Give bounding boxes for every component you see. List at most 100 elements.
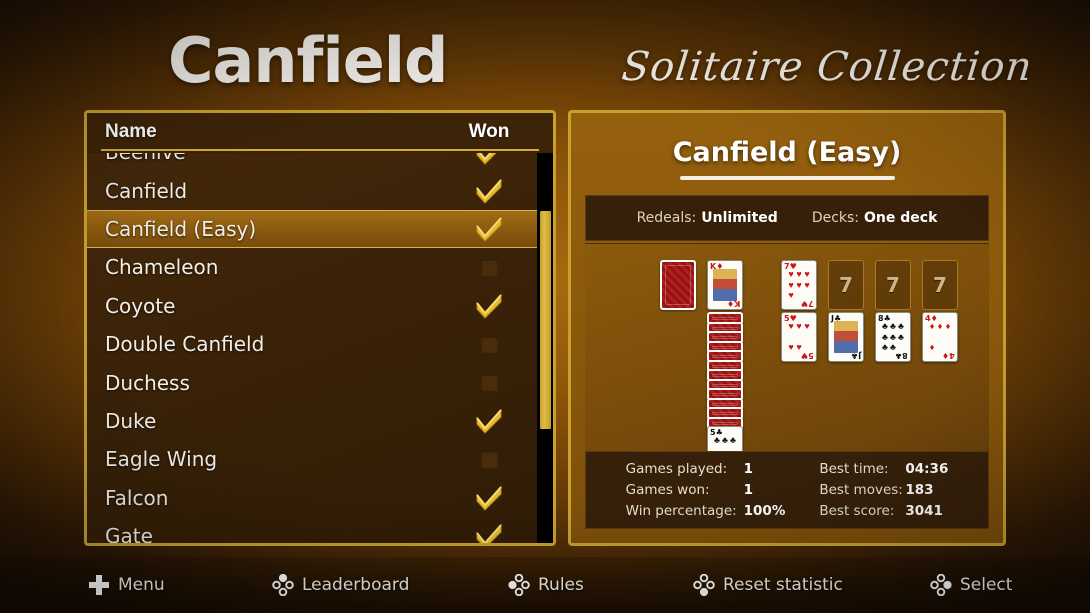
list-item-label: Chameleon <box>105 255 219 280</box>
empty-checkbox-icon <box>480 335 498 353</box>
list-item[interactable]: Falcon <box>87 479 537 517</box>
tableau-card: 8♣ 8♣ ♣ ♣ ♣ ♣ ♣ ♣ ♣ ♣ <box>875 312 911 362</box>
list-item-won-cell <box>441 450 537 468</box>
gamepad-right-icon <box>930 574 952 596</box>
toolbar-button-menu[interactable]: Menu <box>88 574 165 596</box>
list-scrollbar[interactable] <box>537 153 553 543</box>
meta-decks-label: Decks: <box>811 210 860 226</box>
list-item-label: Duchess <box>105 370 190 395</box>
meta-decks: Decks: One deck <box>812 210 938 226</box>
game-list-body[interactable]: Beehive Canfield Canfield (Easy) Chameleon C… <box>87 153 537 543</box>
stat-games-played-label: Games played: <box>625 461 728 477</box>
app-subtitle: Solitaire Collection <box>619 44 1035 90</box>
list-item-label: Beehive <box>105 153 441 164</box>
list-scrollbar-thumb[interactable] <box>540 211 551 429</box>
stat-best-time: Best time: 04:36 <box>819 461 948 477</box>
list-item-label: Duke <box>105 408 157 433</box>
list-item-selected[interactable]: Canfield (Easy) <box>87 209 537 249</box>
toolbar-button-select[interactable]: Select <box>930 574 1012 596</box>
app-background: Canfield Solitaire Collection Name Won B… <box>0 0 1090 613</box>
list-item-won-cell <box>441 335 537 353</box>
detail-title: Canfield (Easy) <box>672 137 902 168</box>
list-item-label: Coyote <box>105 293 176 318</box>
empty-checkbox-icon <box>480 450 498 468</box>
meta-redeals-label: Redeals: <box>636 210 697 226</box>
checkmark-icon <box>474 293 504 319</box>
waste-pile-card: K♦ K♦ <box>707 260 743 310</box>
list-item-won-cell <box>441 374 537 392</box>
list-item[interactable]: Chameleon <box>87 248 537 286</box>
list-item[interactable]: Coyote <box>87 287 537 325</box>
game-list-panel: Name Won Beehive Canfield Canfield (Easy) C… <box>84 110 556 546</box>
list-item-label: Gate <box>105 524 153 543</box>
checkmark-icon <box>474 216 504 242</box>
list-item[interactable]: Eagle Wing <box>87 440 537 478</box>
statistics-column-right: Best time: 04:36 Best moves: 183 Best sc… <box>819 461 948 519</box>
list-item[interactable]: Gate <box>87 517 537 543</box>
list-item-label: Double Canfield <box>105 332 265 357</box>
checkmark-icon <box>474 408 504 434</box>
list-item[interactable]: Canfield <box>87 171 537 209</box>
gamepad-left-icon <box>508 574 530 596</box>
column-header-name: Name <box>105 121 157 142</box>
game-detail-panel: Canfield (Easy) Redeals: Unlimited Decks… <box>568 110 1006 546</box>
statistics-column-left: Games played: 1 Games won: 1 Win percent… <box>626 461 786 519</box>
dpad-icon <box>88 574 110 596</box>
bottom-toolbar: Menu Leaderboard Rules Reset statistic Selec… <box>0 557 1090 613</box>
tableau-card: J♣ J♣ <box>828 312 864 362</box>
game-preview-board: K♦K♦5♣5♣♣♣♣♣♣7♥7♥♥♥♥♥♥♥♥7775♥5♥♥♥♥♥♥J♣J♣… <box>585 243 989 451</box>
checkmark-icon <box>474 153 504 165</box>
stat-best-time-value: 04:36 <box>905 461 949 477</box>
foundation-slot-empty: 7 <box>875 260 911 310</box>
list-item[interactable]: Double Canfield <box>87 325 537 363</box>
stat-best-score-value: 3041 <box>905 503 943 519</box>
toolbar-button-rules[interactable]: Rules <box>508 574 584 596</box>
list-item-label: Canfield (Easy) <box>105 216 257 241</box>
list-item[interactable]: Beehive <box>87 153 537 171</box>
toolbar-button-label: Reset statistic <box>723 574 843 595</box>
stat-games-played: Games played: 1 <box>626 461 786 477</box>
list-item-won-cell <box>441 216 537 242</box>
stock-pile-card <box>660 260 696 310</box>
stat-best-moves: Best moves: 183 <box>819 482 948 498</box>
list-item-won-cell <box>441 485 537 511</box>
list-item-won-cell <box>441 178 537 204</box>
checkmark-icon <box>474 485 504 511</box>
tableau-card: 4♦ 4♦ ♦ ♦ ♦ ♦ <box>922 312 958 362</box>
list-item[interactable]: Duchess <box>87 363 537 401</box>
checkmark-icon <box>474 178 504 204</box>
list-item-won-cell <box>441 258 537 276</box>
list-item-won-cell <box>441 153 537 165</box>
list-item-won-cell <box>441 293 537 319</box>
stat-best-score-label: Best score: <box>819 503 895 519</box>
toolbar-button-label: Select <box>960 574 1013 595</box>
foundation-slot-empty: 7 <box>922 260 958 310</box>
checkmark-icon <box>474 523 504 543</box>
gamepad-down-icon <box>693 574 715 596</box>
foundation-slot-empty: 7 <box>828 260 864 310</box>
stat-win-percentage-value: 100% <box>743 503 786 519</box>
empty-checkbox-icon <box>480 258 498 276</box>
toolbar-button-label: Leaderboard <box>302 574 410 595</box>
stat-best-moves-label: Best moves: <box>819 482 903 498</box>
stat-win-percentage-label: Win percentage: <box>625 503 737 519</box>
stat-games-played-value: 1 <box>743 461 754 477</box>
meta-redeals-value: Unlimited <box>701 210 778 226</box>
stat-best-moves-value: 183 <box>905 482 934 498</box>
list-item[interactable]: Duke <box>87 402 537 440</box>
gamepad-top-icon <box>272 574 294 596</box>
stat-win-percentage: Win percentage: 100% <box>626 503 786 519</box>
stat-best-time-label: Best time: <box>819 461 889 477</box>
stat-games-won: Games won: 1 <box>626 482 786 498</box>
stat-games-won-label: Games won: <box>625 482 710 498</box>
toolbar-button-reset-statistic[interactable]: Reset statistic <box>693 574 843 596</box>
toolbar-button-label: Rules <box>538 574 584 595</box>
game-meta-bar: Redeals: Unlimited Decks: One deck <box>585 195 989 241</box>
list-item-label: Eagle Wing <box>105 447 218 472</box>
toolbar-button-leaderboard[interactable]: Leaderboard <box>272 574 409 596</box>
tableau-card: 5♥ 5♥ ♥ ♥ ♥ ♥ ♥ <box>781 312 817 362</box>
statistics-panel: Games played: 1 Games won: 1 Win percent… <box>585 451 989 529</box>
meta-redeals: Redeals: Unlimited <box>637 210 778 226</box>
list-item-label: Falcon <box>105 485 169 510</box>
list-item-label: Canfield <box>105 178 188 203</box>
